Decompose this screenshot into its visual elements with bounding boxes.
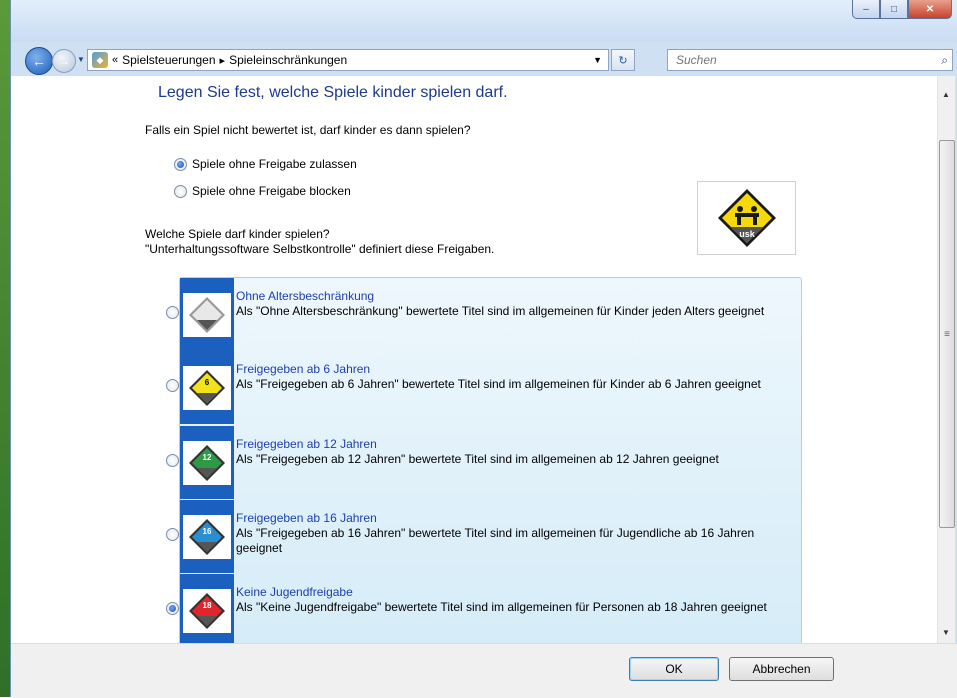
rating-badge: 12 bbox=[180, 426, 234, 499]
forward-button[interactable]: → bbox=[52, 49, 76, 73]
navigation-bar: ← → ▼ ◆ « Spielsteuerungen ▸ Spieleinsch… bbox=[11, 42, 957, 76]
rating-description: Als "Ohne Altersbeschränkung" bewertete … bbox=[236, 304, 765, 318]
list-item-keine-jugendfreigabe[interactable]: 18 Keine Jugendfreigabe Als "Keine Jugen… bbox=[166, 574, 801, 643]
close-icon: ✕ bbox=[925, 3, 935, 15]
close-button[interactable]: ✕ bbox=[908, 0, 952, 19]
rating-badge: 18 bbox=[180, 574, 234, 643]
rating-question: Welche Spiele darf kinder spielen? "Unte… bbox=[145, 227, 494, 257]
usk-6-icon: 6 bbox=[189, 369, 225, 406]
list-item-ohne-altersbeschraenkung[interactable]: Ohne Altersbeschränkung Als "Ohne Alters… bbox=[166, 278, 801, 351]
radio-label[interactable]: Spiele ohne Freigabe blocken bbox=[192, 184, 351, 198]
title-bar: – □ ✕ bbox=[11, 0, 957, 42]
usk-0-icon bbox=[189, 296, 225, 333]
ok-button[interactable]: OK bbox=[629, 657, 719, 681]
rating-description: Als "Freigegeben ab 6 Jahren" bewertete … bbox=[236, 377, 761, 391]
rating-list: Ohne Altersbeschränkung Als "Ohne Alters… bbox=[166, 277, 802, 643]
rating-title[interactable]: Freigegeben ab 6 Jahren bbox=[236, 362, 370, 376]
cancel-button[interactable]: Abbrechen bbox=[729, 657, 834, 681]
dialog-footer: OK Abbrechen bbox=[11, 643, 957, 698]
radio-block-unrated[interactable]: Spiele ohne Freigabe blocken bbox=[174, 184, 351, 198]
rating-radio-icon[interactable] bbox=[166, 602, 179, 615]
scroll-down-icon[interactable]: ▼ bbox=[942, 628, 950, 637]
usk-18-label: 18 bbox=[203, 601, 212, 610]
back-arrow-icon: ← bbox=[32, 53, 46, 69]
radio-label[interactable]: Spiele ohne Freigabe zulassen bbox=[192, 157, 357, 171]
breadcrumb-overflow[interactable]: « bbox=[112, 54, 118, 66]
rating-description: Als "Keine Jugendfreigabe" bewertete Tit… bbox=[236, 600, 767, 614]
refresh-icon: ↻ bbox=[618, 54, 628, 67]
rating-radio-icon[interactable] bbox=[166, 454, 179, 467]
search-icon[interactable]: ⌕ bbox=[941, 53, 948, 68]
forward-arrow-icon: → bbox=[58, 54, 70, 68]
scroll-thumb[interactable]: ≡ bbox=[939, 140, 955, 528]
search-box[interactable]: ⌕ bbox=[667, 49, 953, 71]
minimize-button[interactable]: – bbox=[852, 0, 880, 19]
usk-logo: usk bbox=[697, 181, 796, 255]
rating-description: Als "Freigegeben ab 16 Jahren" bewertete… bbox=[236, 526, 755, 555]
rating-radio-icon[interactable] bbox=[166, 528, 179, 541]
radio-button-icon[interactable] bbox=[174, 184, 187, 198]
unrated-question: Falls ein Spiel nicht bewertet ist, darf… bbox=[145, 123, 471, 137]
maximize-icon: □ bbox=[890, 3, 898, 15]
usk-16-label: 16 bbox=[203, 527, 212, 536]
list-item-ab-12[interactable]: 12 Freigegeben ab 12 Jahren Als "Freigeg… bbox=[166, 426, 801, 499]
address-bar[interactable]: ◆ « Spielsteuerungen ▸ Spieleinschränkun… bbox=[87, 49, 609, 71]
usk-logo-text: usk bbox=[739, 229, 756, 239]
usk-12-icon: 12 bbox=[189, 444, 225, 481]
rating-badge bbox=[180, 278, 234, 351]
usk-18-icon: 18 bbox=[189, 592, 225, 629]
history-dropdown-icon[interactable]: ▼ bbox=[77, 55, 85, 64]
refresh-button[interactable]: ↻ bbox=[611, 49, 635, 71]
radio-allow-unrated[interactable]: Spiele ohne Freigabe zulassen bbox=[174, 157, 357, 171]
page-title: Legen Sie fest, welche Spiele kinder spi… bbox=[158, 84, 508, 101]
content-pane: Legen Sie fest, welche Spiele kinder spi… bbox=[11, 76, 937, 643]
list-item-ab-6[interactable]: 6 Freigegeben ab 6 Jahren Als "Freigegeb… bbox=[166, 351, 801, 424]
usk-12-label: 12 bbox=[203, 453, 212, 462]
radio-button-icon[interactable] bbox=[174, 157, 187, 171]
control-panel-icon: ◆ bbox=[92, 52, 108, 68]
rating-question-text: Welche Spiele darf kinder spielen? bbox=[145, 227, 330, 241]
rating-radio-icon[interactable] bbox=[166, 306, 179, 319]
search-input[interactable] bbox=[674, 52, 918, 68]
rating-badge: 6 bbox=[180, 351, 234, 424]
rating-title[interactable]: Freigegeben ab 12 Jahren bbox=[236, 437, 377, 451]
rating-badge: 16 bbox=[180, 500, 234, 573]
usk-6-label: 6 bbox=[205, 378, 210, 387]
minimize-icon: – bbox=[863, 3, 869, 15]
rating-note-text: "Unterhaltungssoftware Selbstkontrolle" … bbox=[145, 242, 495, 256]
list-item-ab-16[interactable]: 16 Freigegeben ab 16 Jahren Als "Freigeg… bbox=[166, 500, 801, 573]
back-button[interactable]: ← bbox=[25, 47, 53, 75]
vertical-scrollbar[interactable]: ▲ ≡ ▼ bbox=[937, 76, 955, 643]
address-dropdown-icon[interactable]: ▼ bbox=[593, 55, 602, 65]
usk-diamond-icon: usk bbox=[717, 189, 776, 247]
breadcrumb-item-spielsteuerungen[interactable]: Spielsteuerungen bbox=[122, 53, 215, 67]
scroll-up-icon[interactable]: ▲ bbox=[942, 90, 950, 99]
rating-title[interactable]: Ohne Altersbeschränkung bbox=[236, 289, 374, 303]
desktop-edge bbox=[0, 0, 10, 697]
grip-icon: ≡ bbox=[944, 328, 950, 340]
usk-16-icon: 16 bbox=[189, 518, 225, 555]
parental-controls-window: – □ ✕ ← → ▼ ◆ « Spielsteuerungen ▸ Spiel… bbox=[10, 0, 957, 698]
caption-buttons: – □ ✕ bbox=[852, 0, 952, 19]
maximize-button[interactable]: □ bbox=[880, 0, 908, 19]
breadcrumb-item-spieleinschraenkungen[interactable]: Spieleinschränkungen bbox=[229, 53, 347, 67]
breadcrumb-chevron-icon[interactable]: ▸ bbox=[220, 54, 226, 67]
rating-description: Als "Freigegeben ab 12 Jahren" bewertete… bbox=[236, 452, 719, 466]
rating-radio-icon[interactable] bbox=[166, 379, 179, 392]
rating-title[interactable]: Keine Jugendfreigabe bbox=[236, 585, 353, 599]
rating-title[interactable]: Freigegeben ab 16 Jahren bbox=[236, 511, 377, 525]
